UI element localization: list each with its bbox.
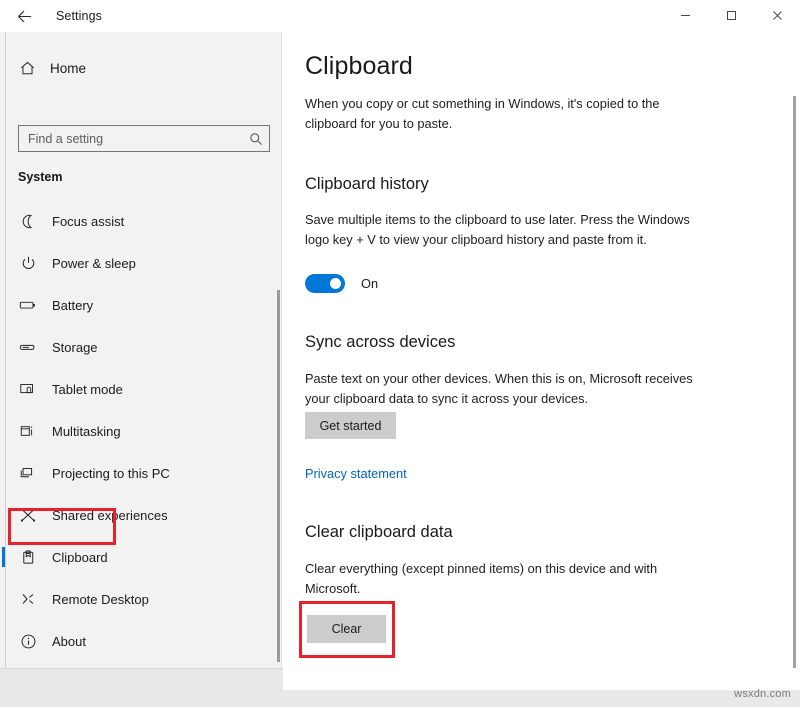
home-icon (14, 60, 40, 77)
privacy-statement-link[interactable]: Privacy statement (305, 466, 407, 481)
shared-experiences-icon (16, 506, 40, 524)
content-bottom-fill (283, 668, 800, 690)
sidebar-item-focus-assist[interactable]: Focus assist (0, 200, 282, 242)
get-started-button[interactable]: Get started (305, 412, 396, 439)
sidebar-item-label: Multitasking (52, 423, 121, 439)
window-left-edge (5, 32, 6, 668)
battery-icon (16, 296, 40, 314)
sidebar-item-label: Clipboard (52, 549, 108, 565)
info-icon (16, 633, 40, 650)
title-bar: Settings (0, 0, 800, 32)
clipboard-history-heading: Clipboard history (305, 175, 429, 193)
sidebar-item-power-sleep[interactable]: Power & sleep (0, 242, 282, 284)
close-button[interactable] (754, 0, 800, 31)
settings-window: Settings Home Find a setting System Focu… (0, 0, 800, 700)
sidebar-item-about[interactable]: About (0, 620, 282, 662)
sidebar-item-shared-experiences[interactable]: Shared experiences (0, 494, 282, 536)
clipboard-history-description: Save multiple items to the clipboard to … (305, 212, 690, 247)
window-controls (662, 0, 800, 31)
sidebar-item-label: Power & sleep (52, 255, 136, 271)
watermark: wsxdn.com (734, 688, 791, 700)
search-input[interactable] (19, 130, 243, 147)
sidebar-item-label: Battery (52, 297, 94, 313)
back-arrow-icon[interactable] (2, 1, 46, 32)
maximize-button[interactable] (708, 0, 754, 31)
sidebar-item-label: About (52, 633, 86, 649)
clipboard-description: When you copy or cut something in Window… (305, 96, 660, 131)
sidebar-item-label: Projecting to this PC (52, 465, 170, 481)
sidebar-nav: Focus assist Power & sleep Battery Stora… (0, 200, 282, 662)
content-scrollbar-thumb[interactable] (793, 96, 796, 668)
tablet-icon (16, 380, 40, 398)
project-screen-icon (16, 464, 40, 482)
moon-icon (16, 213, 40, 230)
sidebar-home-label: Home (50, 60, 87, 76)
sidebar-item-multitasking[interactable]: Multitasking (0, 410, 282, 452)
main-content: Clipboard When you copy or cut something… (283, 32, 800, 668)
sidebar-item-storage[interactable]: Storage (0, 326, 282, 368)
toggle-knob (330, 278, 341, 289)
sidebar-item-projecting[interactable]: Projecting to this PC (0, 452, 282, 494)
sidebar-item-clipboard[interactable]: Clipboard (0, 536, 282, 578)
clear-clipboard-description: Clear everything (except pinned items) o… (305, 561, 658, 596)
sidebar-item-label: Tablet mode (52, 381, 123, 397)
clipboard-history-toggle-state: On (361, 276, 379, 291)
sync-description: Paste text on your other devices. When t… (305, 371, 693, 406)
sidebar-item-label: Focus assist (52, 213, 125, 229)
sidebar-item-remote-desktop[interactable]: Remote Desktop (0, 578, 282, 620)
clipboard-history-toggle[interactable] (305, 274, 345, 293)
sidebar-item-home[interactable]: Home (14, 54, 264, 82)
storage-icon (16, 338, 40, 356)
clipboard-history-toggle-row[interactable]: On (305, 274, 378, 293)
remote-desktop-icon (16, 590, 40, 608)
window-title: Settings (56, 9, 102, 23)
screenshot-root: Settings Home Find a setting System Focu… (0, 0, 800, 707)
sync-heading: Sync across devices (305, 333, 456, 351)
sidebar-item-label: Remote Desktop (52, 591, 149, 607)
search-box[interactable] (18, 125, 270, 152)
sidebar-item-label: Storage (52, 339, 98, 355)
sidebar-scrollbar-thumb[interactable] (277, 290, 280, 662)
clear-button[interactable]: Clear (307, 615, 386, 643)
power-icon (16, 255, 40, 272)
sidebar-group-title: System (18, 170, 63, 184)
sidebar-item-battery[interactable]: Battery (0, 284, 282, 326)
sidebar-item-label: Shared experiences (52, 507, 168, 523)
page-title: Clipboard (305, 52, 413, 80)
multitasking-icon (16, 422, 40, 440)
sidebar: Home System (0, 32, 282, 668)
sidebar-item-tablet-mode[interactable]: Tablet mode (0, 368, 282, 410)
minimize-button[interactable] (662, 0, 708, 31)
clipboard-icon (16, 549, 40, 566)
search-icon[interactable] (243, 132, 269, 146)
clear-clipboard-heading: Clear clipboard data (305, 523, 453, 541)
